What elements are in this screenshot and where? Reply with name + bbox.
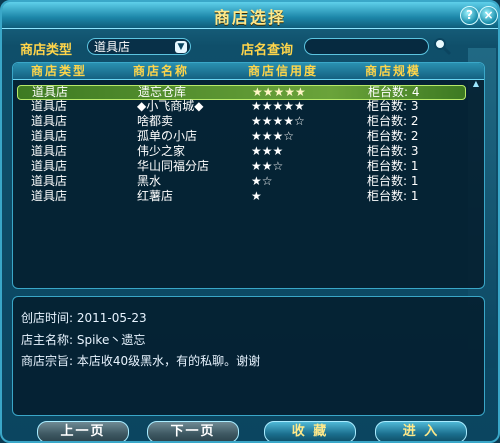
shop-type-label: 商店类型 <box>20 43 73 58</box>
favorite-button[interactable]: 收 藏 <box>264 421 356 441</box>
close-icon[interactable]: × <box>479 6 498 25</box>
row-type: 道具店 <box>31 144 68 158</box>
help-icon[interactable]: ? <box>460 6 479 25</box>
row-scale: 柜台数: 1 <box>367 159 419 173</box>
prev-page-button[interactable]: 上一页 <box>37 421 129 441</box>
shop-list-panel: 商店类型 商店名称 商店信用度 商店规模 道具店 遗忘仓库 ★★★★★ 柜台数:… <box>12 62 485 289</box>
row-scale: 柜台数: 1 <box>367 174 419 188</box>
row-scale: 柜台数: 3 <box>367 99 419 113</box>
row-name: 遗忘仓库 <box>138 85 187 99</box>
row-type: 道具店 <box>31 99 68 113</box>
enter-button[interactable]: 进 入 <box>375 421 467 441</box>
shop-type-value: 道具店 <box>94 40 131 54</box>
row-scale: 柜台数: 4 <box>368 85 420 99</box>
row-name: 黑水 <box>137 174 162 188</box>
shop-search-input[interactable] <box>304 38 429 55</box>
row-type: 道具店 <box>31 159 68 173</box>
shop-owner: 店主名称: Spike丶遗忘 <box>21 333 146 347</box>
row-credit: ★★★★☆ <box>251 114 305 128</box>
row-credit: ★★★ <box>251 144 284 158</box>
header-shop-type: 商店类型 <box>31 64 88 78</box>
table-row[interactable]: 道具店 红薯店 ★ 柜台数: 1 <box>17 190 464 203</box>
row-name: 伟少之家 <box>137 144 186 158</box>
row-credit: ★ <box>251 189 262 203</box>
row-name: 啥都卖 <box>137 114 174 128</box>
row-credit: ★★★★★ <box>251 99 305 113</box>
scroll-up-icon[interactable]: ▲ <box>470 79 482 89</box>
table-row[interactable]: 道具店 遗忘仓库 ★★★★★ 柜台数: 4 <box>17 85 466 100</box>
search-icon[interactable] <box>433 37 451 55</box>
table-row[interactable]: 道具店 黑水 ★☆ 柜台数: 1 <box>17 175 464 188</box>
shop-type-select[interactable]: 道具店 ▼ <box>87 38 191 55</box>
shop-search-label: 店名查询 <box>241 43 294 58</box>
header-shop-scale: 商店规模 <box>365 64 422 78</box>
next-page-button[interactable]: 下一页 <box>147 421 239 441</box>
header-shop-credit: 商店信用度 <box>248 64 319 78</box>
row-scale: 柜台数: 2 <box>367 129 419 143</box>
table-row[interactable]: 道具店 啥都卖 ★★★★☆ 柜台数: 2 <box>17 115 464 128</box>
window-title: 商店选择 <box>213 8 286 27</box>
row-credit: ★★☆ <box>251 159 284 173</box>
row-type: 道具店 <box>31 174 68 188</box>
row-type: 道具店 <box>31 129 68 143</box>
row-name: 孤单の小店 <box>137 129 198 143</box>
table-row[interactable]: 道具店 孤单の小店 ★★★☆ 柜台数: 2 <box>17 130 464 143</box>
table-row[interactable]: 道具店 华山同福分店 ★★☆ 柜台数: 1 <box>17 160 464 173</box>
shop-motto: 商店宗旨: 本店收40级黑水，有的私聊。谢谢 <box>21 354 261 368</box>
shop-select-window: 商店选择 ? × 商店类型 道具店 ▼ 店名查询 商店类型 商店名称 商店信用度… <box>0 0 500 443</box>
row-credit: ★★★★★ <box>252 85 306 99</box>
table-row[interactable]: 道具店 伟少之家 ★★★ 柜台数: 3 <box>17 145 464 158</box>
row-name: 华山同福分店 <box>137 159 210 173</box>
table-row[interactable]: 道具店 ◆小飞商城◆ ★★★★★ 柜台数: 3 <box>17 100 464 113</box>
row-name: ◆小飞商城◆ <box>137 99 204 113</box>
chevron-down-icon[interactable]: ▼ <box>175 41 187 53</box>
shop-open-time: 创店时间: 2011-05-23 <box>21 311 147 325</box>
row-scale: 柜台数: 3 <box>367 144 419 158</box>
row-type: 道具店 <box>31 114 68 128</box>
title-bar: 商店选择 ? × <box>2 2 498 29</box>
shop-info-panel: 创店时间: 2011-05-23 店主名称: Spike丶遗忘 商店宗旨: 本店… <box>12 296 485 416</box>
row-type: 道具店 <box>31 189 68 203</box>
row-credit: ★☆ <box>251 174 273 188</box>
row-credit: ★★★☆ <box>251 129 295 143</box>
row-type: 道具店 <box>32 85 69 99</box>
row-scale: 柜台数: 1 <box>367 189 419 203</box>
header-shop-name: 商店名称 <box>133 64 190 78</box>
row-scale: 柜台数: 2 <box>367 114 419 128</box>
row-name: 红薯店 <box>137 189 174 203</box>
table-header: 商店类型 商店名称 商店信用度 商店规模 <box>13 63 484 80</box>
